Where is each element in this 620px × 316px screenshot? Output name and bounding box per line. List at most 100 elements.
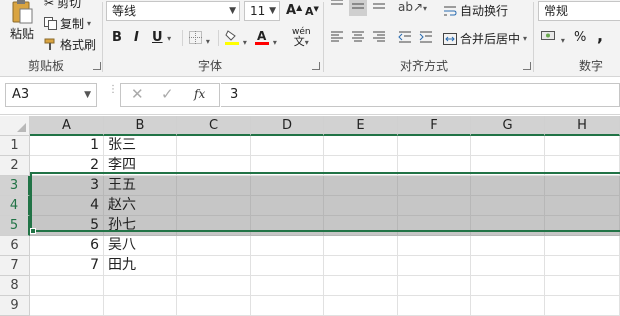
cell-b2[interactable]: 李四 [104,156,177,176]
cell-b6[interactable]: 吴八 [104,236,177,256]
cell-c3[interactable] [177,176,251,196]
cell-d7[interactable] [251,256,324,276]
row-header-6[interactable]: 6 [0,236,30,256]
cell-g6[interactable] [471,236,545,256]
font-color-button[interactable]: A ▾ [255,29,277,48]
borders-button[interactable]: ▾ [189,31,210,47]
cell-c5[interactable] [177,216,251,236]
wrap-text-button[interactable]: 自动换行 [443,2,508,19]
format-painter-button[interactable]: 格式刷 [44,36,96,53]
cell-c4[interactable] [177,196,251,216]
column-header-d[interactable]: D [251,116,324,136]
cell-g9[interactable] [471,296,545,316]
number-format-select[interactable]: 常规 [538,1,620,21]
align-bottom-icon[interactable] [372,0,386,12]
row-header-7[interactable]: 7 [0,256,30,276]
cell-d5[interactable] [251,216,324,236]
cell-a9[interactable] [30,296,104,316]
cell-d4[interactable] [251,196,324,216]
cell-f9[interactable] [398,296,471,316]
cell-a3[interactable]: 3 [30,176,104,196]
cell-h3[interactable] [545,176,620,196]
column-header-g[interactable]: G [471,116,545,136]
cell-c6[interactable] [177,236,251,256]
select-all-button[interactable] [0,116,30,136]
align-middle-icon[interactable] [349,0,367,16]
cell-g4[interactable] [471,196,545,216]
cell-f2[interactable] [398,156,471,176]
cell-h9[interactable] [545,296,620,316]
cell-g5[interactable] [471,216,545,236]
underline-button[interactable]: U ▾ [152,30,171,45]
cell-f8[interactable] [398,276,471,296]
cell-f4[interactable] [398,196,471,216]
column-header-f[interactable]: F [398,116,471,136]
row-header-1[interactable]: 1 [0,136,30,156]
cell-h5[interactable] [545,216,620,236]
row-header-8[interactable]: 8 [0,276,30,296]
row-header-3[interactable]: 3 [0,176,30,196]
cell-e7[interactable] [324,256,398,276]
cell-a2[interactable]: 2 [30,156,104,176]
increase-indent-icon[interactable] [419,30,433,44]
cell-g1[interactable] [471,136,545,156]
cell-b7[interactable]: 田九 [104,256,177,276]
cell-h1[interactable] [545,136,620,156]
paste-button[interactable]: 粘贴 [4,0,40,52]
chevron-down-icon[interactable]: ▾ [523,34,527,43]
cell-e2[interactable] [324,156,398,176]
cell-b3[interactable]: 王五 [104,176,177,196]
column-header-e[interactable]: E [324,116,398,136]
cell-a4[interactable]: 4 [30,196,104,216]
cell-e8[interactable] [324,276,398,296]
cell-f6[interactable] [398,236,471,256]
cell-d3[interactable] [251,176,324,196]
fill-color-button[interactable]: ▾ [225,29,247,48]
font-size-select[interactable]: 11 ▼ [244,1,280,21]
column-header-a[interactable]: A [30,116,104,136]
cell-d9[interactable] [251,296,324,316]
name-box[interactable]: A3 ▼ [5,83,97,107]
align-right-icon[interactable] [372,30,386,44]
cell-d6[interactable] [251,236,324,256]
phonetic-button[interactable]: wén 文▾ [292,27,311,48]
currency-button[interactable]: ▾ [541,29,565,46]
cell-e3[interactable] [324,176,398,196]
cell-h6[interactable] [545,236,620,256]
clipboard-launcher-icon[interactable] [93,62,101,70]
confirm-icon[interactable]: ✓ [161,85,174,103]
cell-a6[interactable]: 6 [30,236,104,256]
row-header-5[interactable]: 5 [0,216,30,236]
cell-f1[interactable] [398,136,471,156]
cell-g3[interactable] [471,176,545,196]
cell-d2[interactable] [251,156,324,176]
shrink-font-button[interactable]: A▼ [305,5,319,18]
cell-c7[interactable] [177,256,251,276]
cell-h4[interactable] [545,196,620,216]
fill-handle[interactable] [30,228,36,234]
cell-a7[interactable]: 7 [30,256,104,276]
chevron-down-icon[interactable]: ▾ [87,19,91,28]
cell-b9[interactable] [104,296,177,316]
cell-b1[interactable]: 张三 [104,136,177,156]
cell-b5[interactable]: 孙七 [104,216,177,236]
merge-center-button[interactable]: 合并后居中 ▾ [443,30,527,47]
cell-g8[interactable] [471,276,545,296]
cell-a8[interactable] [30,276,104,296]
row-header-9[interactable]: 9 [0,296,30,316]
formula-input[interactable]: 3 [221,83,620,107]
cell-c1[interactable] [177,136,251,156]
cell-e1[interactable] [324,136,398,156]
row-header-2[interactable]: 2 [0,156,30,176]
align-center-icon[interactable] [351,30,365,44]
cell-h2[interactable] [545,156,620,176]
cell-e6[interactable] [324,236,398,256]
cut-button[interactable]: ✂ 剪切 [44,0,81,11]
row-header-4[interactable]: 4 [0,196,30,216]
comma-button[interactable]: , [597,26,603,45]
font-name-select[interactable]: 等线 ▼ [106,1,240,21]
cell-b4[interactable]: 赵六 [104,196,177,216]
cell-a1[interactable]: 1 [30,136,104,156]
cell-f7[interactable] [398,256,471,276]
italic-button[interactable]: I [134,30,139,45]
